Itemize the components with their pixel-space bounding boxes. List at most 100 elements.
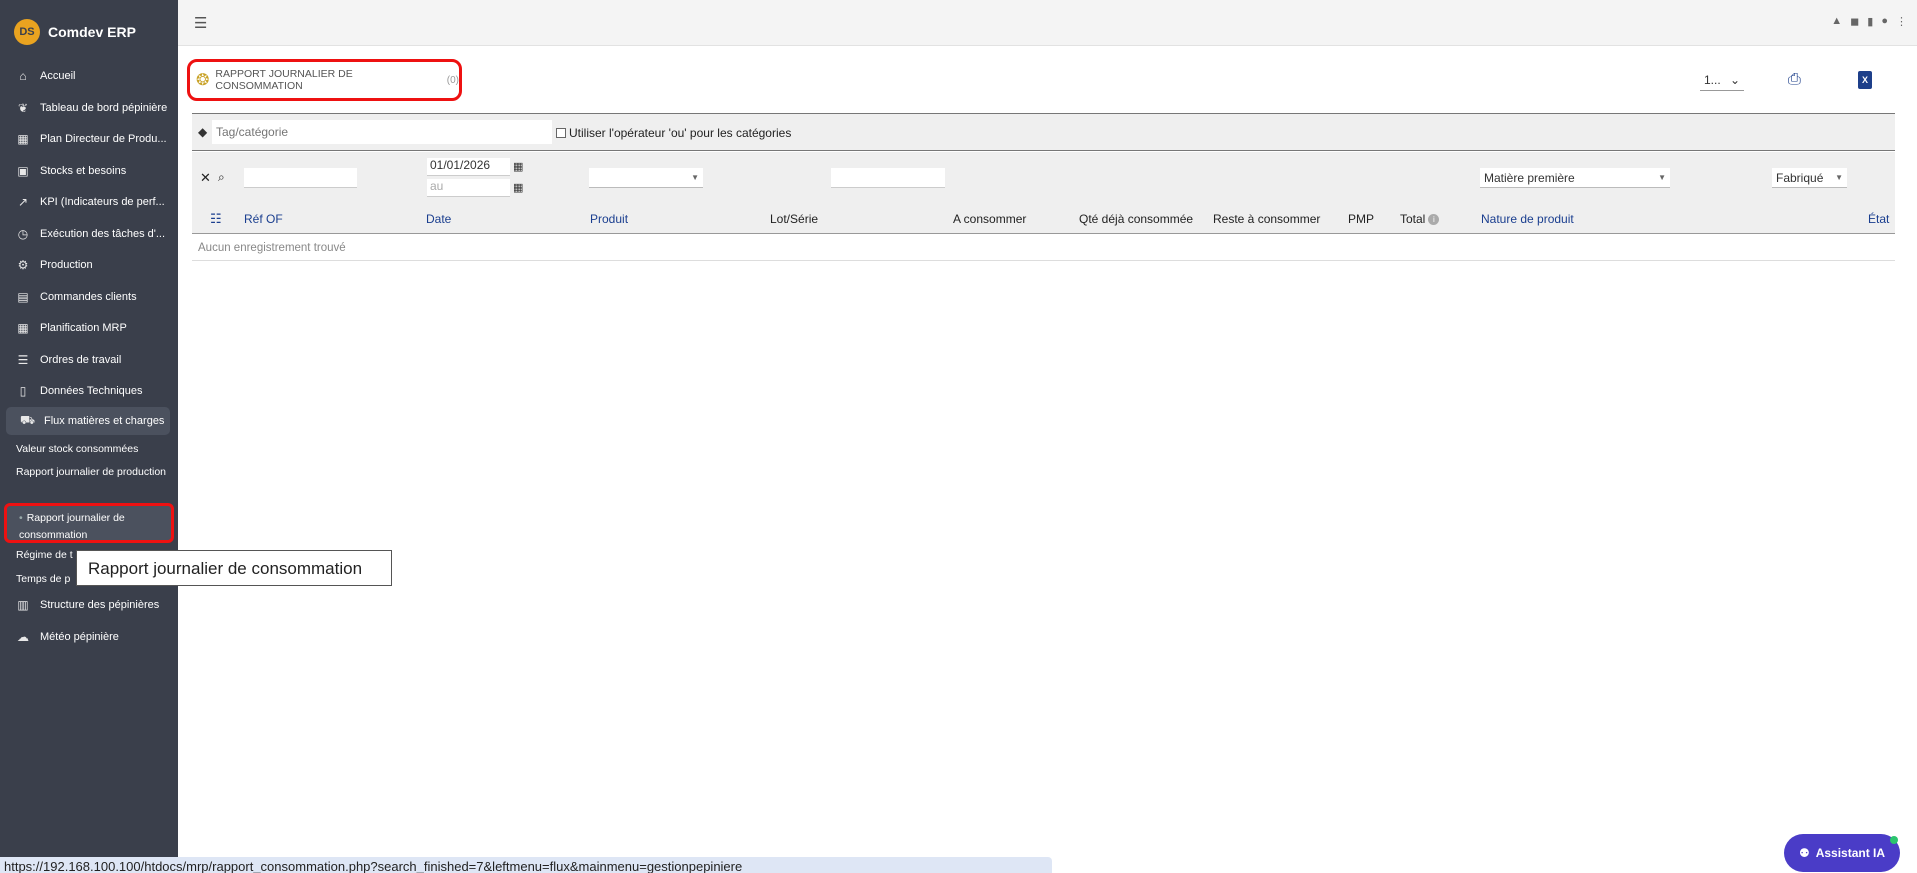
clipboard-icon[interactable]: ▮ — [1867, 15, 1873, 28]
sidebar-item-planification-mrp[interactable]: ▦ Planification MRP — [6, 314, 170, 342]
sidebar-subitem-rapport-production[interactable]: Rapport journalier de production — [16, 464, 166, 481]
sidebar-item-tableau-de-bord[interactable]: ❦ Tableau de bord pépinière — [6, 94, 170, 122]
chart-line-icon: ↗ — [17, 195, 29, 209]
column-nature[interactable]: Nature de produit — [1481, 212, 1574, 226]
etat-filter-value: Fabriqué — [1776, 170, 1824, 185]
assistant-ia-button[interactable]: ⚉ Assistant IA — [1784, 834, 1900, 872]
building-icon: ▥ — [17, 598, 29, 612]
sidebar-item-label: Tableau de bord pépinière — [40, 102, 168, 114]
caret-down-icon: ▼ — [691, 173, 699, 182]
alert-icon[interactable]: ▲ — [1831, 15, 1842, 28]
empty-table-message: Aucun enregistrement trouvé — [192, 235, 1895, 261]
caret-down-icon: ▼ — [1835, 173, 1843, 182]
sidebar-item-stocks[interactable]: ▣ Stocks et besoins — [6, 157, 170, 185]
top-icons: ▲ ◼ ▮ ● ⋮ — [1831, 15, 1907, 28]
nature-filter-select[interactable]: Matière première ▼ — [1480, 168, 1670, 188]
file-icon: ▯ — [19, 384, 27, 398]
tooltip: Rapport journalier de consommation — [76, 550, 392, 586]
sidebar-item-label: Exécution des tâches d'... — [40, 228, 166, 240]
sidebar-item-meteo[interactable]: ☁ Météo pépinière — [6, 623, 170, 651]
sidebar-item-label: Structure des pépinières — [40, 599, 160, 611]
column-qte-deja: Qté déjà consommée — [1079, 212, 1194, 226]
column-date[interactable]: Date — [426, 212, 451, 226]
status-bar-url: https://192.168.100.100/htdocs/mrp/rappo… — [0, 857, 1052, 873]
calendar-icon: ▦ — [17, 132, 29, 146]
tag-icon: ◆ — [198, 125, 208, 139]
brand[interactable]: DS Comdev ERP — [14, 19, 136, 45]
filter-row: ✕ ⌕ 01/01/2026 ▦ au ▦ ▼ Matière première… — [192, 152, 1895, 204]
page-size-value: 1... — [1704, 73, 1721, 87]
cloud-sun-icon: ☁ — [17, 630, 29, 644]
brand-name: Comdev ERP — [48, 24, 136, 40]
sidebar-item-flux-matieres[interactable]: ⛟ Flux matières et charges — [6, 407, 170, 435]
sidebar-item-label: Ordres de travail — [40, 354, 122, 366]
date-from-input[interactable]: 01/01/2026 — [427, 158, 510, 176]
checkbox-icon[interactable] — [556, 128, 566, 138]
chat-icon[interactable]: ◼ — [1850, 15, 1859, 28]
calendar-icon[interactable]: ▦ — [513, 160, 523, 173]
info-icon[interactable]: i — [1428, 214, 1440, 226]
hamburger-menu-icon[interactable]: ☰ — [194, 14, 207, 32]
column-total-label: Total — [1400, 212, 1426, 226]
tag-category-input[interactable] — [212, 120, 552, 144]
column-pmp: PMP — [1348, 212, 1375, 226]
date-to-input[interactable]: au — [427, 179, 510, 197]
search-icon[interactable]: ⌕ — [218, 170, 225, 185]
top-bar: ☰ ▲ ◼ ▮ ● ⋮ — [178, 0, 1917, 46]
ref-of-filter-input[interactable] — [244, 168, 357, 188]
app-root: DS Comdev ERP ⌂ Accueil ❦ Tableau de bor… — [0, 0, 1917, 873]
etat-filter-select[interactable]: Fabriqué ▼ — [1772, 168, 1847, 188]
sidebar-subitem-label: Rapport journalier de consommation — [19, 512, 125, 541]
page-title: RAPPORT JOURNALIER DE CONSOMMATION — [215, 68, 353, 92]
clear-filters-icon[interactable]: ✕ — [200, 170, 211, 186]
column-total: Total i — [1400, 212, 1440, 226]
sidebar-item-label: Flux matières et charges — [44, 415, 165, 427]
user-avatar-icon[interactable]: ● — [1881, 15, 1888, 28]
nature-filter-value: Matière première — [1484, 170, 1575, 185]
sidebar-subitem-valeur-stock[interactable]: Valeur stock consommées — [16, 441, 166, 458]
sidebar-item-ordres-travail[interactable]: ☰ Ordres de travail — [6, 346, 170, 374]
tag-filter-bar: ◆ Utiliser l'opérateur 'ou' pour les cat… — [192, 113, 1895, 151]
task-list-icon: ☰ — [17, 353, 29, 367]
calendar-icon[interactable]: ▦ — [513, 181, 523, 194]
sidebar-item-execution[interactable]: ◷ Exécution des tâches d'... — [6, 220, 170, 248]
page-title-box: ❂ RAPPORT JOURNALIER DE CONSOMMATION (0) — [187, 59, 462, 101]
sidebar-item-plan-directeur[interactable]: ▦ Plan Directeur de Produ... — [6, 125, 170, 153]
excel-export-icon[interactable]: X — [1858, 71, 1872, 89]
produit-filter-select[interactable]: ▼ — [589, 168, 703, 188]
sidebar-item-label: KPI (Indicateurs de perf... — [40, 196, 165, 208]
clock-icon: ◷ — [17, 227, 29, 241]
bullet-icon: • — [19, 512, 23, 524]
column-selector-icon[interactable]: ☷ — [210, 211, 222, 227]
sidebar-item-label: Production — [40, 259, 93, 271]
page-size-select[interactable]: 1... ⌄ — [1700, 73, 1744, 91]
brand-logo-icon: DS — [14, 19, 40, 45]
sidebar-item-label: Plan Directeur de Produ... — [40, 133, 167, 145]
sidebar-item-commandes[interactable]: ▤ Commandes clients — [6, 283, 170, 311]
lot-filter-input[interactable] — [831, 168, 945, 188]
column-reste: Reste à consommer — [1213, 212, 1321, 226]
sidebar-item-label: Stocks et besoins — [40, 165, 127, 177]
sidebar-item-label: Commandes clients — [40, 291, 137, 303]
sidebar: DS Comdev ERP ⌂ Accueil ❦ Tableau de bor… — [0, 0, 178, 873]
or-operator-checkbox[interactable]: Utiliser l'opérateur 'ou' pour les catég… — [556, 126, 791, 140]
column-a-consommer: A consommer — [953, 212, 1027, 226]
sidebar-item-kpi[interactable]: ↗ KPI (Indicateurs de perf... — [6, 188, 170, 216]
sidebar-item-accueil[interactable]: ⌂ Accueil — [6, 62, 170, 90]
caret-down-icon: ▼ — [1658, 173, 1666, 182]
sidebar-item-label: Météo pépinière — [40, 631, 119, 643]
home-icon: ⌂ — [19, 69, 27, 83]
print-icon[interactable]: ⎙ — [1788, 71, 1801, 89]
column-ref-of[interactable]: Réf OF — [244, 212, 283, 226]
column-produit[interactable]: Produit — [590, 212, 628, 226]
more-vertical-icon[interactable]: ⋮ — [1896, 15, 1907, 28]
sidebar-item-structure[interactable]: ▥ Structure des pépinières — [6, 591, 170, 619]
record-count: (0) — [446, 74, 459, 86]
boxes-icon: ▣ — [17, 164, 29, 178]
sidebar-item-donnees-techniques[interactable]: ▯ Données Techniques — [6, 377, 170, 405]
sidebar-subitem-rapport-consommation[interactable]: • Rapport journalier de consommation — [4, 503, 174, 543]
sidebar-item-label: Accueil — [40, 70, 76, 82]
column-etat[interactable]: État — [1868, 212, 1889, 226]
sidebar-item-label: Planification MRP — [40, 322, 127, 334]
sidebar-item-production[interactable]: ⚙ Production — [6, 251, 170, 279]
